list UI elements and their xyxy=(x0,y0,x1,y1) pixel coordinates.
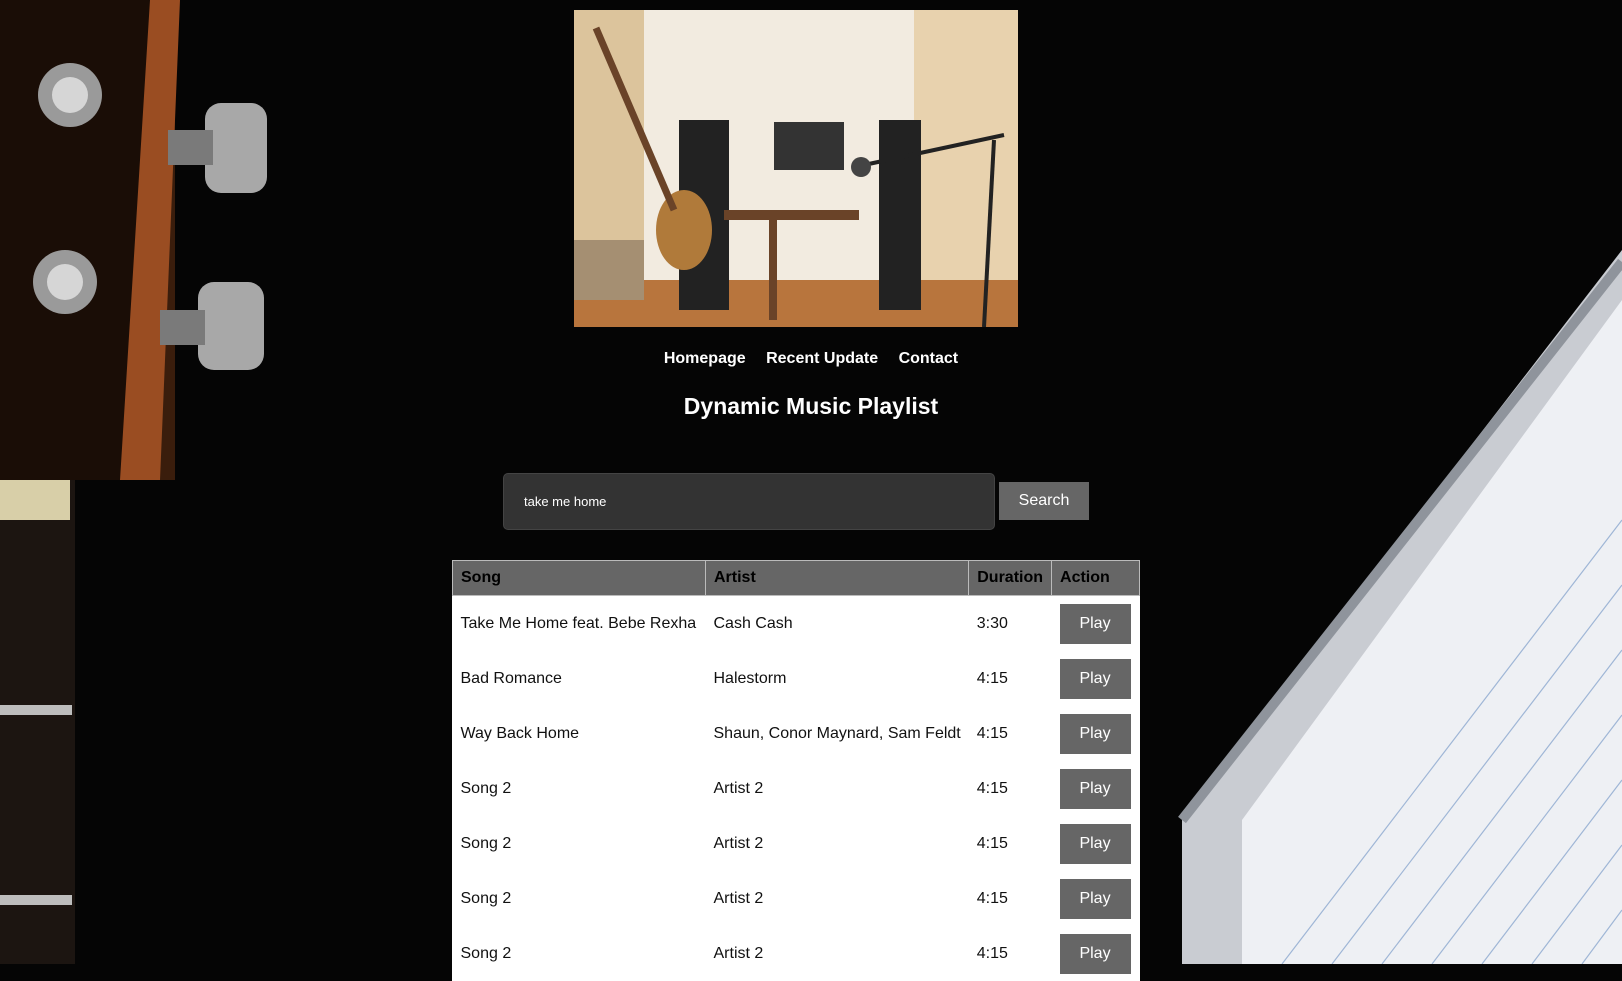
table-row: Song 2 Artist 2 4:15 Play xyxy=(452,761,1140,816)
duration-cell: 4:15 xyxy=(968,761,1052,816)
table-row: Song 2 Artist 2 4:15 Play xyxy=(452,816,1140,871)
artist-cell: Halestorm xyxy=(705,651,969,706)
page-title: Dynamic Music Playlist xyxy=(683,393,939,419)
play-button[interactable]: Play xyxy=(1059,878,1131,919)
column-header-duration: Duration xyxy=(968,560,1053,596)
artist-cell: Artist 2 xyxy=(705,761,969,816)
duration-cell: 3:30 xyxy=(968,595,1052,651)
nav-contact-link[interactable]: Contact xyxy=(899,350,959,367)
play-button[interactable]: Play xyxy=(1059,823,1131,864)
play-button[interactable]: Play xyxy=(1059,603,1131,644)
table-header-row: Song Artist Duration Action xyxy=(452,560,1140,596)
play-button[interactable]: Play xyxy=(1059,658,1131,699)
play-button[interactable]: Play xyxy=(1059,933,1131,974)
duration-cell: 4:15 xyxy=(968,706,1052,761)
search-button[interactable]: Search xyxy=(999,482,1089,520)
song-cell: Take Me Home feat. Bebe Rexha xyxy=(452,595,706,651)
nav-recent-update-link[interactable]: Recent Update xyxy=(766,350,878,367)
notebook-image xyxy=(1178,250,1622,964)
artist-cell: Shaun, Conor Maynard, Sam Feldt xyxy=(705,706,969,761)
artist-cell: Artist 2 xyxy=(705,871,969,926)
studio-hero-image xyxy=(574,10,1018,327)
duration-cell: 4:15 xyxy=(968,926,1052,981)
song-cell: Bad Romance xyxy=(452,651,706,706)
playlist-table: Song Artist Duration Action Take Me Home… xyxy=(452,560,1140,981)
nav-homepage-link[interactable]: Homepage xyxy=(664,350,746,367)
duration-cell: 4:15 xyxy=(968,871,1052,926)
main-nav: Homepage Recent Update Contact xyxy=(0,350,1622,368)
column-header-artist: Artist xyxy=(704,560,970,596)
column-header-song: Song xyxy=(452,560,706,596)
artist-cell: Artist 2 xyxy=(705,816,969,871)
song-cell: Song 2 xyxy=(452,926,706,981)
song-cell: Song 2 xyxy=(452,761,706,816)
table-row: Song 2 Artist 2 4:15 Play xyxy=(452,926,1140,981)
column-header-action: Action xyxy=(1051,560,1140,596)
duration-cell: 4:15 xyxy=(968,816,1052,871)
guitar-headstock-image xyxy=(0,0,267,964)
table-row: Way Back Home Shaun, Conor Maynard, Sam … xyxy=(452,706,1140,761)
song-cell: Way Back Home xyxy=(452,706,706,761)
song-cell: Song 2 xyxy=(452,871,706,926)
table-row: Take Me Home feat. Bebe Rexha Cash Cash … xyxy=(452,595,1140,651)
search-input[interactable] xyxy=(503,473,995,530)
table-row: Song 2 Artist 2 4:15 Play xyxy=(452,871,1140,926)
artist-cell: Cash Cash xyxy=(705,595,969,651)
song-cell: Song 2 xyxy=(452,816,706,871)
play-button[interactable]: Play xyxy=(1059,768,1131,809)
artist-cell: Artist 2 xyxy=(705,926,969,981)
duration-cell: 4:15 xyxy=(968,651,1052,706)
table-row: Bad Romance Halestorm 4:15 Play xyxy=(452,651,1140,706)
play-button[interactable]: Play xyxy=(1059,713,1131,754)
